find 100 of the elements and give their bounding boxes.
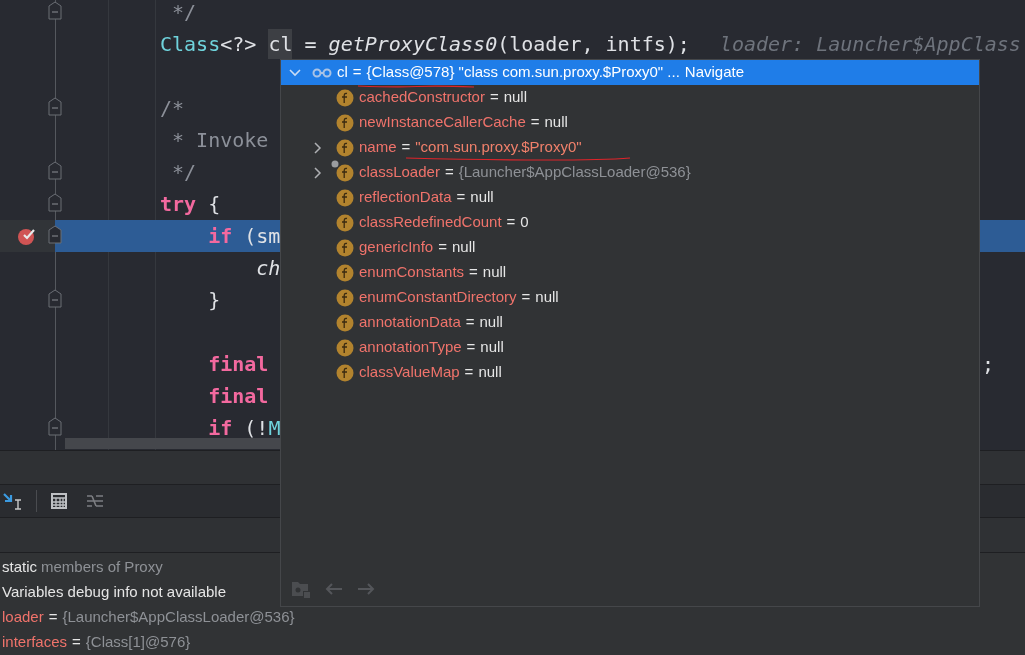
equals-sign: = bbox=[72, 632, 81, 652]
fold-marker-icon[interactable] bbox=[48, 193, 62, 215]
inlay-hint: loader: Launcher$AppClass bbox=[719, 31, 1021, 58]
chevron-right-icon[interactable] bbox=[313, 141, 323, 154]
code-token: <?> bbox=[220, 31, 258, 58]
field-value: null bbox=[480, 337, 504, 358]
field-icon bbox=[336, 238, 354, 257]
field-value: null bbox=[470, 187, 494, 208]
equals-sign: = bbox=[48, 607, 58, 627]
header-value: {Class@578} "class com.sun.proxy.$Proxy0" ... bbox=[366, 62, 680, 83]
equals-sign: = bbox=[444, 162, 454, 183]
breakpoint-icon[interactable] bbox=[16, 226, 38, 246]
field-value: 0 bbox=[520, 212, 529, 233]
field-value: {Launcher$AppClassLoader@536} bbox=[458, 162, 691, 183]
field-icon bbox=[336, 213, 354, 232]
code-token: */ bbox=[171, 159, 197, 186]
equals-sign: = bbox=[352, 62, 362, 83]
code-token: if bbox=[207, 223, 233, 250]
equals-sign: = bbox=[469, 262, 478, 283]
field-value: null bbox=[503, 87, 528, 108]
chevron-down-icon[interactable] bbox=[289, 66, 301, 79]
code-token: (sm bbox=[243, 223, 281, 250]
equals-sign: = bbox=[530, 112, 540, 133]
field-name[interactable]: classRedefinedCount bbox=[359, 211, 502, 234]
variable-name[interactable]: loader bbox=[2, 604, 44, 629]
field-value: null bbox=[544, 112, 568, 133]
glasses-icon bbox=[312, 67, 332, 78]
field-name[interactable]: classLoader bbox=[359, 161, 440, 184]
forward-arrow-icon[interactable] bbox=[357, 582, 375, 596]
code-token: = bbox=[303, 31, 318, 58]
fold-marker-icon[interactable] bbox=[48, 225, 62, 247]
field-icon bbox=[336, 163, 354, 182]
equals-sign: = bbox=[401, 137, 411, 158]
code-token: Class bbox=[160, 31, 221, 58]
code-token: M bbox=[268, 415, 281, 442]
field-value: null bbox=[478, 362, 502, 383]
field-icon bbox=[336, 288, 354, 307]
list-icon[interactable] bbox=[86, 493, 104, 509]
field-value: null bbox=[479, 312, 503, 333]
equals-sign: = bbox=[465, 312, 475, 333]
equals-sign: = bbox=[438, 237, 447, 258]
navigate-link[interactable]: Navigate bbox=[684, 61, 745, 84]
field-icon bbox=[336, 363, 354, 382]
code-token: final bbox=[207, 351, 269, 378]
field-name[interactable]: name bbox=[359, 136, 397, 159]
field-icon bbox=[336, 313, 354, 332]
pin-icon bbox=[331, 159, 339, 168]
equals-sign: = bbox=[489, 87, 499, 108]
fold-marker-icon[interactable] bbox=[48, 97, 62, 119]
field-name[interactable]: cachedConstructor bbox=[359, 86, 485, 109]
field-value: null bbox=[535, 287, 559, 308]
code-token: * Invoke bbox=[171, 127, 269, 154]
header-variable-name: cl bbox=[337, 62, 348, 83]
variable-name[interactable]: interfaces bbox=[2, 629, 68, 654]
static-keyword: static bbox=[2, 557, 37, 577]
field-name[interactable]: enumConstants bbox=[359, 261, 465, 284]
code-token: getProxyClass0 bbox=[328, 31, 498, 58]
code-token: (! bbox=[243, 415, 269, 442]
code-token: try bbox=[160, 191, 197, 218]
field-name[interactable]: annotationData bbox=[359, 311, 461, 334]
fold-marker-icon[interactable] bbox=[48, 417, 62, 439]
field-icon bbox=[336, 138, 354, 157]
code-token: final bbox=[207, 383, 269, 410]
equals-sign: = bbox=[464, 362, 474, 383]
code-token: ch bbox=[255, 255, 281, 282]
code-token: (loader, intfs); bbox=[497, 31, 690, 58]
field-icon bbox=[336, 188, 354, 207]
equals-sign: = bbox=[466, 337, 476, 358]
folder-icon[interactable] bbox=[291, 580, 311, 598]
fold-marker-icon[interactable] bbox=[48, 289, 62, 311]
chevron-right-icon[interactable] bbox=[313, 166, 323, 179]
field-icon bbox=[336, 338, 354, 357]
code-token: */ bbox=[171, 0, 197, 26]
field-icon bbox=[336, 88, 354, 107]
code-token: /* bbox=[160, 95, 185, 122]
static-members-label: members of Proxy bbox=[41, 557, 163, 577]
back-arrow-icon[interactable] bbox=[325, 582, 343, 596]
code-token: ; bbox=[981, 351, 994, 378]
field-name[interactable]: genericInfo bbox=[359, 236, 434, 259]
field-icon bbox=[336, 263, 354, 282]
variable-value: {Class[1]@576} bbox=[85, 632, 191, 652]
field-name[interactable]: classValueMap bbox=[359, 361, 460, 384]
step-into-icon[interactable] bbox=[2, 491, 22, 511]
field-name[interactable]: newInstanceCallerCache bbox=[359, 111, 526, 134]
equals-sign: = bbox=[456, 187, 466, 208]
field-name[interactable]: reflectionData bbox=[359, 186, 452, 209]
field-value: null bbox=[452, 237, 476, 258]
code-token: } bbox=[207, 287, 221, 314]
field-icon bbox=[336, 113, 354, 132]
calculator-icon[interactable] bbox=[51, 493, 67, 509]
debug-info-message: Variables debug info not available bbox=[2, 582, 227, 602]
field-value: null bbox=[482, 262, 507, 283]
field-name[interactable]: enumConstantDirectory bbox=[359, 286, 517, 309]
code-token: { bbox=[207, 191, 221, 218]
fold-marker-icon[interactable] bbox=[48, 1, 62, 23]
field-name[interactable]: annotationType bbox=[359, 336, 462, 359]
equals-sign: = bbox=[506, 212, 516, 233]
popup-header-row[interactable]: cl = {Class@578} "class com.sun.proxy.$Proxy0" ... Navigate bbox=[281, 60, 979, 85]
equals-sign: = bbox=[521, 287, 531, 308]
fold-marker-icon[interactable] bbox=[48, 161, 62, 183]
